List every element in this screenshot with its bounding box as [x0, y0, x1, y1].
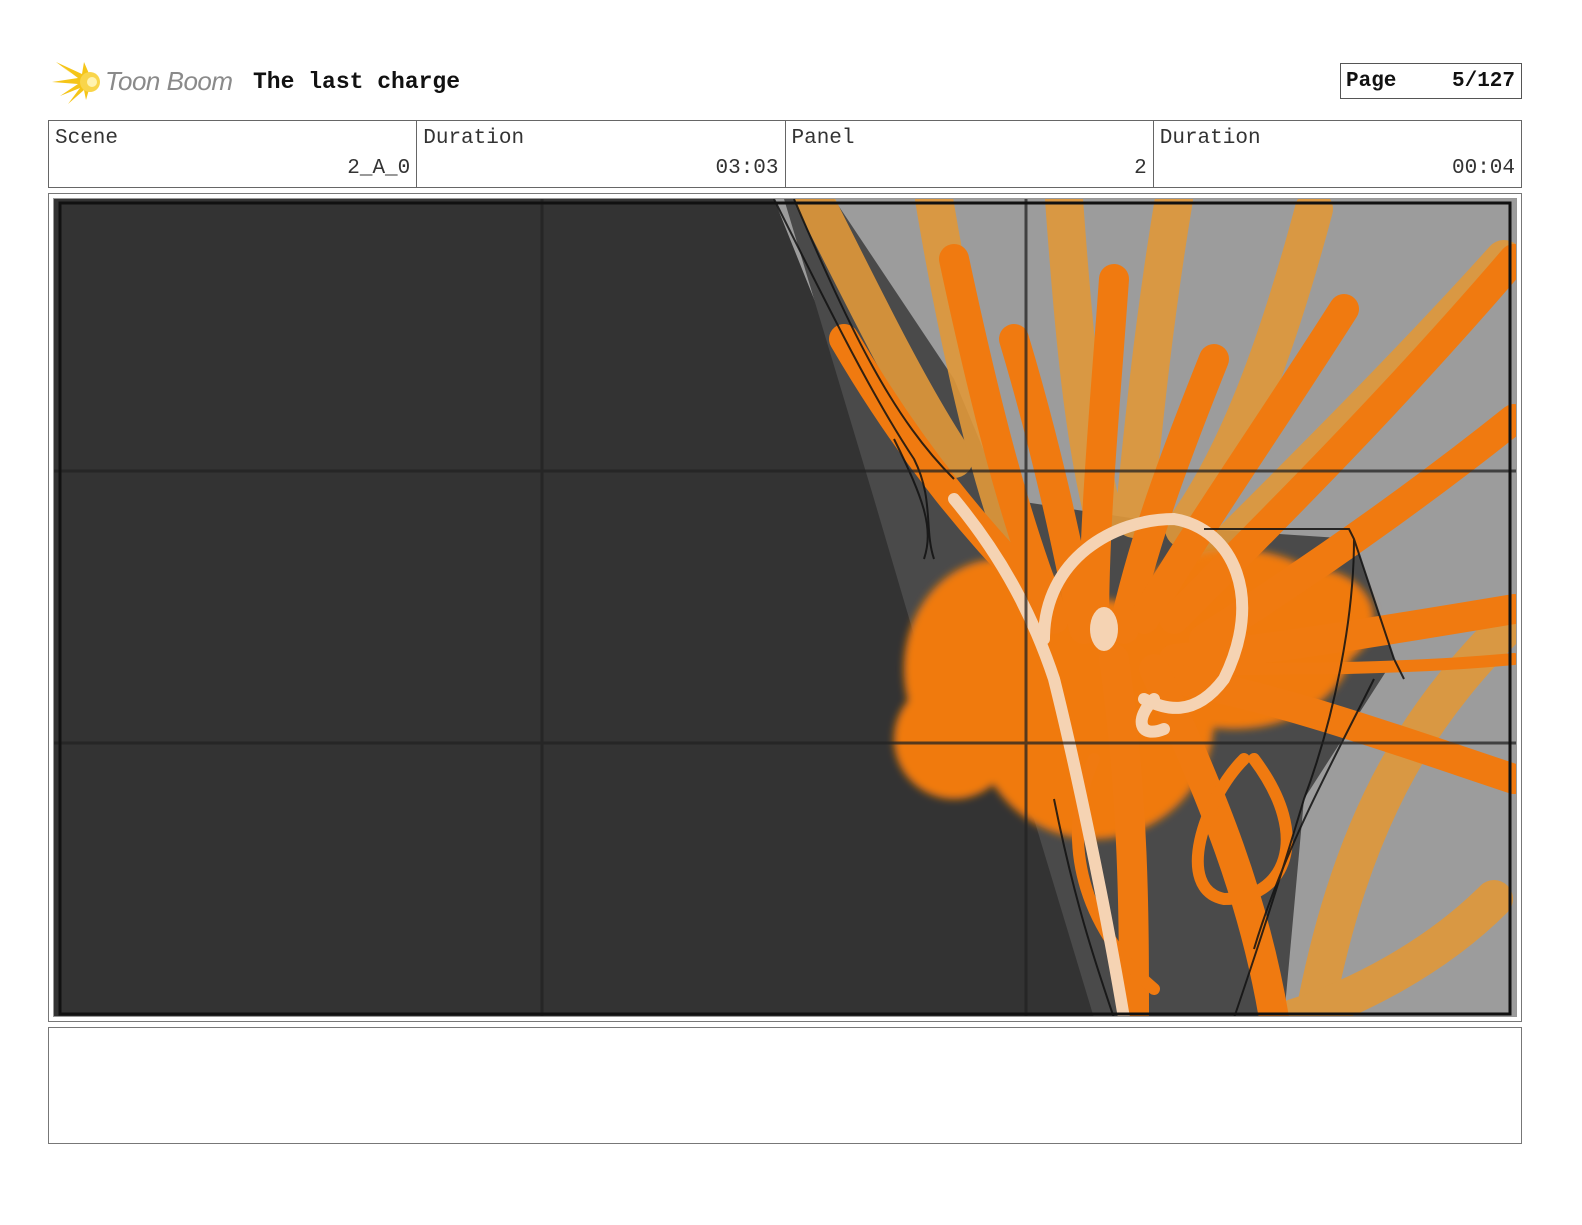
panel-drawing: [53, 198, 1517, 1017]
panel-duration-cell: Duration 00:04: [1154, 121, 1521, 187]
toon-boom-logo: Toon Boom: [50, 56, 240, 108]
page-label: Page: [1346, 70, 1397, 93]
scene-cell: Scene 2_A_0: [49, 121, 418, 187]
scene-label: Scene: [55, 127, 119, 150]
panel-frame: [48, 193, 1522, 1022]
figure-head-highlight: [1090, 607, 1118, 651]
panel-value: 2: [1134, 157, 1147, 180]
scene-duration-cell: Duration 03:03: [417, 121, 786, 187]
project-title: The last charge: [253, 69, 461, 95]
storyboard-header: Toon Boom The last charge Page 5/127: [48, 56, 1522, 108]
page-indicator: Page 5/127: [1340, 63, 1522, 99]
panel-duration-value: 00:04: [1451, 157, 1515, 180]
scene-duration-label: Duration: [423, 127, 525, 150]
storyboard-sketch: [54, 199, 1516, 1016]
scene-value: 2_A_0: [347, 157, 411, 180]
scene-duration-value: 03:03: [715, 157, 779, 180]
panel-duration-label: Duration: [1159, 127, 1261, 150]
page-value: 5/127: [1451, 70, 1515, 93]
starburst-icon: [52, 62, 100, 104]
panel-label: Panel: [791, 127, 855, 150]
panel-info-table: Scene 2_A_0 Duration 03:03 Panel 2 Durat…: [48, 120, 1522, 188]
logo-text: Toon Boom: [105, 66, 233, 96]
notes-box: [48, 1027, 1522, 1144]
panel-cell: Panel 2: [786, 121, 1154, 187]
